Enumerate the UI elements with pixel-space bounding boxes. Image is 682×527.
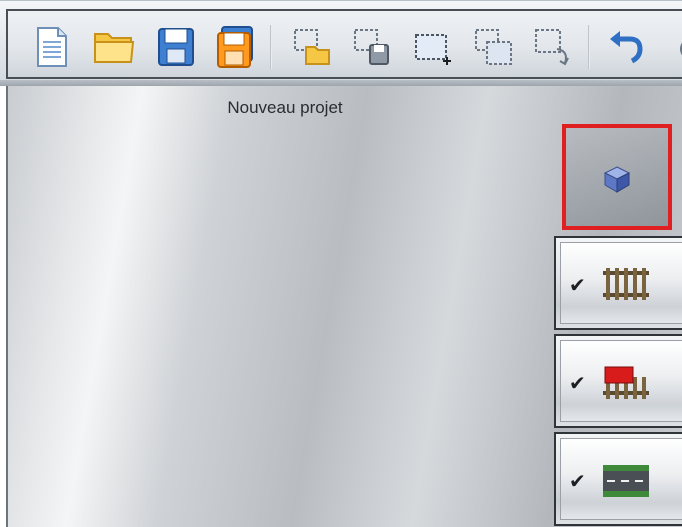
new-document-icon: [37, 27, 67, 67]
cube-icon: [603, 166, 631, 193]
toolbar-separator: [588, 25, 590, 69]
undo-button[interactable]: [604, 25, 648, 69]
road-icon: [603, 465, 649, 497]
add-selection-icon: [415, 34, 451, 65]
save-as-icon: [217, 26, 253, 68]
open-folder-icon: [94, 33, 135, 63]
save-selection-icon: [354, 29, 389, 65]
check-icon: ✔: [569, 469, 586, 493]
cube-tool-button[interactable]: [562, 124, 672, 230]
layer-road-face: ✔: [560, 438, 682, 520]
check-icon: ✔: [569, 273, 586, 297]
open-selection-button[interactable]: [290, 25, 334, 69]
undo-icon: [610, 31, 643, 64]
open-selection-icon: [294, 29, 330, 65]
copy-selection-button[interactable]: [472, 25, 516, 69]
toolbar-panel: [6, 9, 682, 79]
project-title: Nouveau projet: [227, 98, 343, 117]
rail-track-icon: [603, 268, 649, 300]
rotate-selection-icon: [535, 29, 569, 66]
save-selection-button[interactable]: [350, 25, 394, 69]
open-folder-button[interactable]: [92, 25, 136, 69]
redo-icon: [680, 42, 682, 56]
application-window: Nouveau projet ✔ ✔ ✔: [0, 0, 682, 527]
toolbar: [0, 0, 682, 80]
wagon-on-track-icon: [603, 366, 649, 399]
save-as-button[interactable]: [214, 25, 258, 69]
layer-track-button[interactable]: ✔: [554, 236, 682, 330]
layer-road-button[interactable]: ✔: [554, 432, 682, 526]
add-selection-button[interactable]: [412, 25, 456, 69]
save-icon: [158, 28, 194, 66]
toolbar-separator: [270, 25, 272, 69]
check-icon: ✔: [569, 371, 586, 395]
redo-button[interactable]: [668, 25, 682, 69]
save-button[interactable]: [154, 25, 198, 69]
copy-selection-icon: [475, 29, 512, 65]
rotate-selection-button[interactable]: [532, 25, 576, 69]
layer-track-face: ✔: [560, 242, 682, 324]
new-document-button[interactable]: [30, 25, 74, 69]
layer-wagon-button[interactable]: ✔: [554, 334, 682, 428]
layer-wagon-face: ✔: [560, 340, 682, 422]
